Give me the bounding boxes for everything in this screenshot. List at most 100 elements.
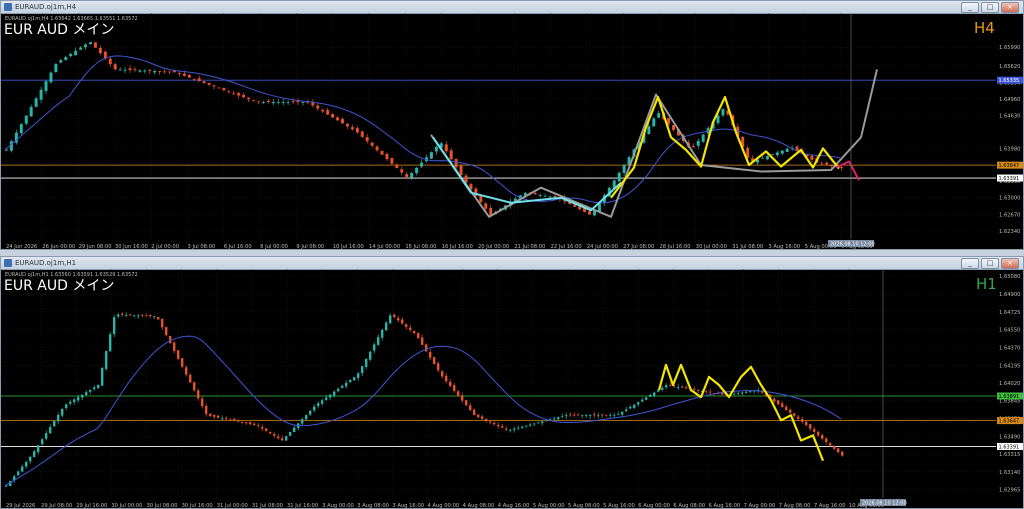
candle-body bbox=[118, 69, 122, 71]
time-axis-label: 30 Jul 08:00 bbox=[147, 503, 178, 508]
candle-body bbox=[820, 163, 824, 165]
candle-body bbox=[617, 414, 620, 416]
h4-candlestick-chart[interactable]: 24 Jun 2026 26 Jun 00:00 29 Jun 08:00 30 Ju… bbox=[1, 13, 1023, 249]
candle-body bbox=[341, 119, 344, 124]
price-level-label: 1.65335 bbox=[999, 78, 1020, 84]
h4-maximize-button[interactable]: □ bbox=[981, 2, 999, 13]
price-axis-label: 1.64630 bbox=[999, 114, 1020, 120]
price-axis-label: 1.65080 bbox=[999, 274, 1020, 280]
h1-candlestick-chart[interactable]: 29 Jul 2026 29 Jul 08:00 29 Jul 16:00 30 Ju… bbox=[1, 269, 1023, 508]
time-axis-label: 29 Jul 2026 bbox=[6, 503, 35, 508]
h1-close-button[interactable]: × bbox=[1001, 258, 1019, 269]
candle-body bbox=[481, 416, 484, 419]
candle-body bbox=[54, 64, 58, 73]
candle-body bbox=[789, 409, 792, 413]
time-axis-label: 7 Aug 00:00 bbox=[744, 503, 776, 508]
candle-body bbox=[529, 424, 532, 426]
candle-body bbox=[213, 414, 216, 417]
time-axis-label: 31 Jul 08:00 bbox=[252, 503, 283, 508]
price-axis-label: 1.64960 bbox=[999, 97, 1020, 103]
price-axis-label: 1.62670 bbox=[999, 212, 1020, 218]
candle-body bbox=[276, 102, 280, 103]
candle-body bbox=[285, 436, 288, 441]
candle-body bbox=[605, 414, 608, 416]
time-axis-label: 29 Jul 16:00 bbox=[76, 503, 107, 508]
candle-body bbox=[89, 42, 92, 45]
time-axis-label: 7 Aug 16:00 bbox=[814, 503, 846, 508]
candle-body bbox=[405, 324, 408, 327]
candle-body bbox=[117, 314, 120, 317]
candle-body bbox=[212, 85, 216, 87]
time-axis-label: 31 Jul 00:00 bbox=[217, 503, 248, 508]
candle-body bbox=[360, 131, 364, 137]
candle-body bbox=[825, 162, 829, 165]
time-axis-label: 3 Aug 16:00 bbox=[392, 503, 424, 508]
candle-body bbox=[775, 152, 779, 156]
candle-body bbox=[202, 81, 206, 83]
candle-body bbox=[108, 58, 112, 65]
h1-minimize-button[interactable]: _ bbox=[961, 258, 979, 269]
candle-body bbox=[669, 385, 672, 386]
candle-body bbox=[377, 337, 380, 345]
candle-body bbox=[585, 415, 588, 417]
candle-body bbox=[25, 461, 28, 467]
candle-body bbox=[286, 102, 290, 103]
candle-body bbox=[161, 318, 164, 328]
candle-body bbox=[217, 87, 221, 89]
candle-body bbox=[143, 70, 147, 72]
candle-body bbox=[601, 414, 604, 416]
time-axis-label: 10 Jul 16:00 bbox=[333, 244, 364, 249]
candle-body bbox=[375, 146, 379, 151]
candle-body bbox=[37, 445, 40, 453]
candle-body bbox=[821, 435, 824, 439]
candle-body bbox=[137, 315, 140, 317]
price-axis-label: 1.63980 bbox=[999, 146, 1020, 152]
candle-body bbox=[457, 391, 460, 396]
candle-body bbox=[145, 315, 148, 317]
h1-maximize-button[interactable]: □ bbox=[981, 258, 999, 269]
time-axis-label: 31 Jul 16:00 bbox=[287, 503, 318, 508]
time-axis-label: 6 Jul 16:00 bbox=[224, 244, 252, 249]
candle-body bbox=[197, 78, 201, 82]
h4-chart-area[interactable]: 24 Jun 2026 26 Jun 00:00 29 Jun 08:00 30 Ju… bbox=[1, 13, 1023, 249]
candle-body bbox=[389, 315, 392, 324]
candle-body bbox=[444, 144, 448, 152]
candle-body bbox=[545, 420, 548, 422]
h4-close-button[interactable]: × bbox=[1001, 2, 1019, 13]
candle-body bbox=[333, 391, 336, 396]
time-axis-label: 15 Jul 08:00 bbox=[405, 244, 436, 249]
candle-body bbox=[829, 443, 832, 446]
candle-body bbox=[705, 391, 708, 393]
candle-body bbox=[73, 399, 76, 403]
candle-body bbox=[177, 350, 180, 359]
candle-body bbox=[385, 322, 388, 331]
price-level-label: 1.63891 bbox=[999, 394, 1020, 400]
time-axis-label: 6 Aug 08:00 bbox=[673, 503, 705, 508]
candle-body bbox=[473, 409, 476, 416]
price-level-label: 1.63647 bbox=[999, 163, 1020, 169]
candle-body bbox=[173, 342, 176, 351]
candle-body bbox=[653, 392, 656, 396]
candle-body bbox=[370, 142, 374, 146]
candle-body bbox=[781, 403, 784, 408]
candle-body bbox=[805, 421, 808, 426]
candle-body bbox=[252, 100, 256, 102]
candle-body bbox=[309, 410, 312, 415]
candle-body bbox=[98, 47, 102, 54]
h1-chart-window[interactable]: EURAUD.oj1m,H1 _ □ × 29 Jul 2026 29 Jul 0… bbox=[0, 256, 1024, 509]
candle-body bbox=[761, 157, 764, 159]
candle-body bbox=[395, 164, 399, 169]
time-axis-label: 29 Jun 08:00 bbox=[79, 244, 112, 249]
candle-body bbox=[390, 157, 394, 164]
h1-chart-area[interactable]: 29 Jul 2026 29 Jul 08:00 29 Jul 16:00 30 Ju… bbox=[1, 269, 1023, 508]
h4-chart-window[interactable]: EURAUD.oj1m,H4 _ □ × 24 Jun 2026 26 Jun 0… bbox=[0, 0, 1024, 250]
price-level-label: 1.63647 bbox=[999, 419, 1020, 425]
candle-body bbox=[693, 388, 696, 390]
candle-body bbox=[741, 392, 744, 394]
candle-body bbox=[249, 422, 252, 424]
candle-body bbox=[449, 381, 452, 387]
candle-body bbox=[17, 471, 20, 476]
candle-body bbox=[247, 97, 251, 100]
candle-body bbox=[697, 390, 700, 391]
h4-minimize-button[interactable]: _ bbox=[961, 2, 979, 13]
